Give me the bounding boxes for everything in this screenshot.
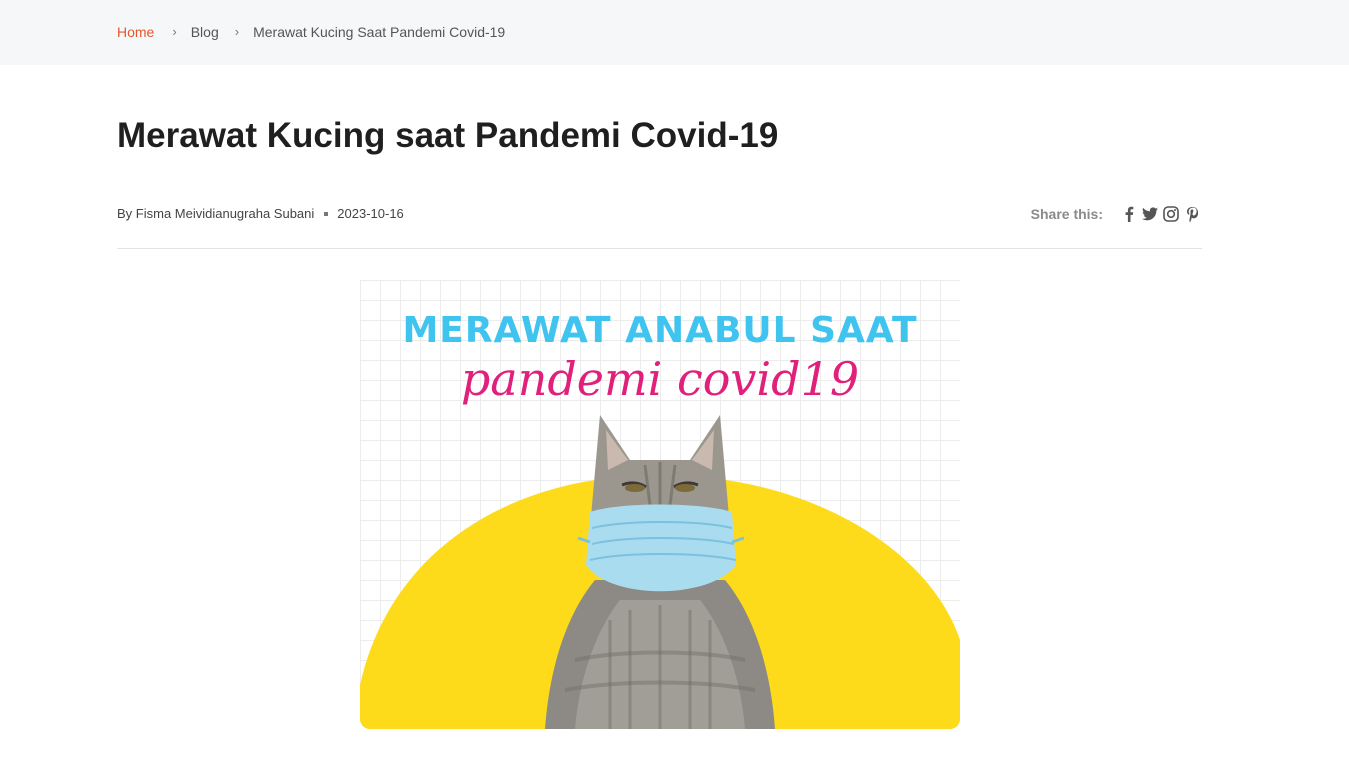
breadcrumb: Home › Blog › Merawat Kucing Saat Pandem… <box>117 24 505 40</box>
face-mask <box>586 504 736 592</box>
article-date: 2023-10-16 <box>337 206 404 221</box>
breadcrumb-separator: › <box>172 24 177 39</box>
instagram-icon[interactable] <box>1162 205 1180 223</box>
facebook-icon[interactable] <box>1120 205 1138 223</box>
hero-headline: MERAWAT ANABUL SAAT <box>402 310 918 351</box>
share-label: Share this: <box>1030 206 1103 222</box>
meta-dot-separator <box>324 212 329 216</box>
article-meta: By Fisma Meividianugraha Subani 2023-10-… <box>117 206 404 222</box>
article-title: Merawat Kucing saat Pandemi Covid-19 <box>117 116 779 155</box>
article-author[interactable]: By Fisma Meividianugraha Subani <box>117 206 314 222</box>
breadcrumb-blog-link[interactable]: Blog <box>191 24 219 40</box>
breadcrumb-current: Merawat Kucing Saat Pandemi Covid-19 <box>253 24 506 40</box>
twitter-icon[interactable] <box>1141 205 1159 223</box>
breadcrumb-home-link[interactable]: Home <box>117 24 154 40</box>
breadcrumb-separator: › <box>234 24 240 39</box>
header-divider <box>117 248 1202 249</box>
breadcrumb-bar: Home › Blog › Merawat Kucing Saat Pandem… <box>0 0 1349 65</box>
hero-image: MERAWAT ANABUL SAAT pandemi covid19 <box>360 280 960 729</box>
share-bar: Share this: <box>1031 205 1201 223</box>
hero-script-text: pandemi covid19 <box>460 352 860 406</box>
pinterest-icon[interactable] <box>1183 205 1201 223</box>
